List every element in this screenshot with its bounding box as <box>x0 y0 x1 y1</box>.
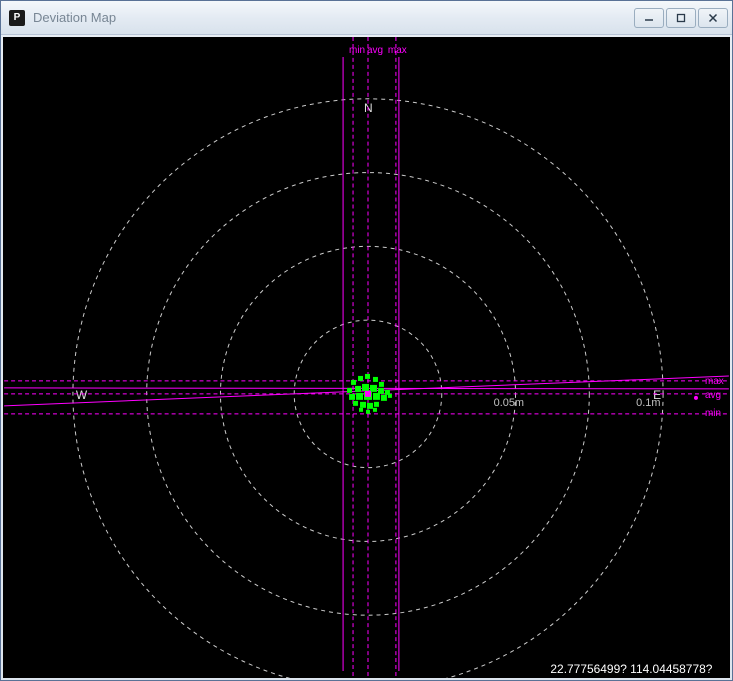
vlabel-max: max <box>388 45 407 56</box>
hlabel-max: max <box>705 376 724 387</box>
center-mark <box>365 391 371 397</box>
window-controls <box>634 8 728 28</box>
compass-w: W <box>76 388 88 402</box>
hlabel-avg: avg <box>705 390 721 401</box>
close-button[interactable] <box>698 8 728 28</box>
app-window: P Deviation Map N S E W <box>0 0 733 681</box>
range-label-1: 0.05m <box>494 397 524 409</box>
minimize-button[interactable] <box>634 8 664 28</box>
vlabel-min: min <box>349 45 365 56</box>
plot-svg: N S E W 0.05m 0.1m min avg max max avg <box>3 37 730 678</box>
compass-s: S <box>365 676 373 678</box>
app-icon: P <box>9 10 25 26</box>
vlabel-avg: avg <box>367 45 383 56</box>
window-title: Deviation Map <box>33 10 634 25</box>
right-marker-dot <box>694 396 698 400</box>
deviation-plot[interactable]: N S E W 0.05m 0.1m min avg max max avg <box>3 37 730 678</box>
hlabel-min: min <box>705 408 721 419</box>
coord-readout: 22.77756499? 114.04458778? <box>550 662 712 676</box>
titlebar[interactable]: P Deviation Map <box>1 1 732 35</box>
maximize-button[interactable] <box>666 8 696 28</box>
range-label-2: 0.1m <box>636 397 660 409</box>
